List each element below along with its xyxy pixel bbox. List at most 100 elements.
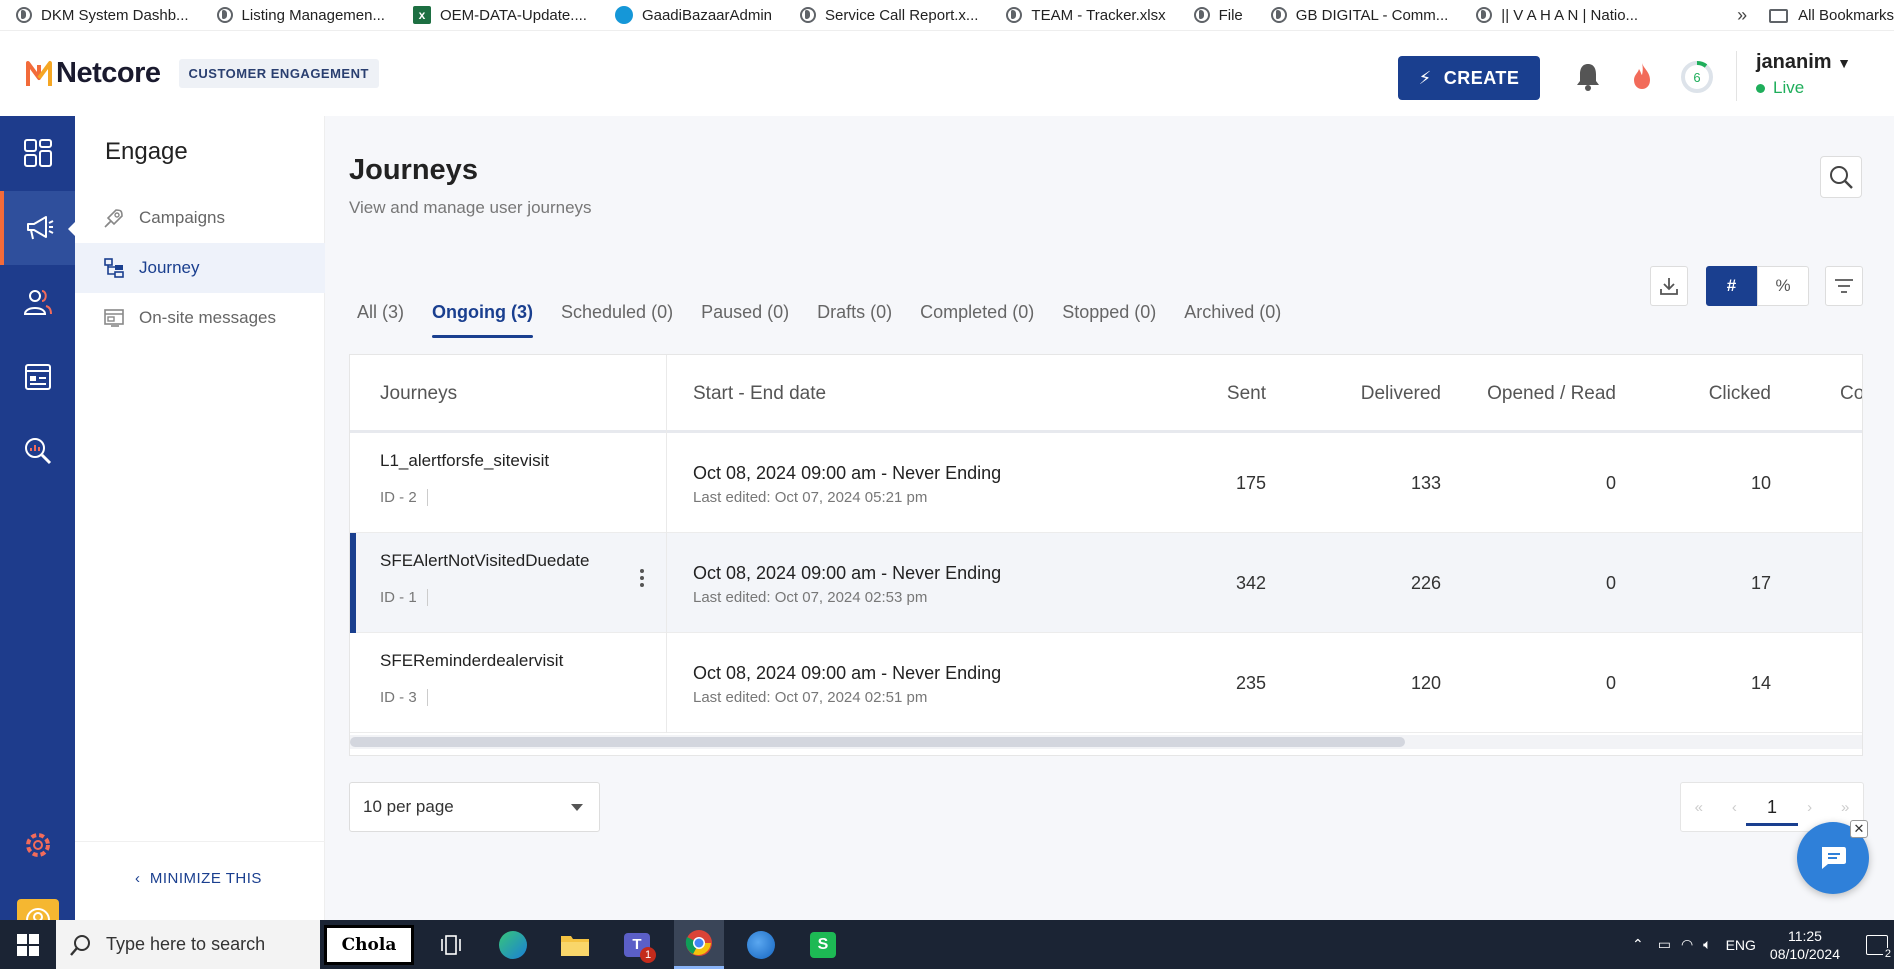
per-page-select[interactable]: 10 per page bbox=[349, 782, 600, 832]
chrome-browser-icon[interactable] bbox=[674, 920, 724, 969]
tab-scheduled[interactable]: Scheduled (0) bbox=[561, 294, 673, 338]
last-page-button[interactable]: » bbox=[1827, 799, 1863, 816]
language-indicator[interactable]: ENG bbox=[1726, 937, 1756, 953]
page-subtitle: View and manage user journeys bbox=[349, 198, 592, 217]
first-page-button[interactable]: « bbox=[1681, 799, 1717, 816]
tab-archived[interactable]: Archived (0) bbox=[1184, 294, 1281, 338]
minimize-sidebar-button[interactable]: ‹ MINIMIZE THIS bbox=[135, 870, 262, 887]
column-header-clicked[interactable]: Clicked bbox=[1671, 383, 1771, 405]
bookmark-item[interactable]: x OEM-DATA-Update.... bbox=[397, 0, 599, 31]
sidebar-item-campaigns[interactable]: Campaigns bbox=[75, 193, 325, 243]
rail-dashboard[interactable] bbox=[0, 116, 75, 190]
sidebar-item-label: Campaigns bbox=[139, 208, 225, 227]
chat-close-button[interactable]: ✕ bbox=[1850, 820, 1868, 838]
table-horizontal-scrollbar[interactable] bbox=[350, 735, 1862, 749]
rail-engage[interactable] bbox=[0, 191, 76, 265]
clock[interactable]: 11:25 08/10/2024 bbox=[1770, 927, 1840, 963]
chevron-down-icon: ▼ bbox=[1837, 55, 1851, 71]
system-tray: ⌃ ▭ ◠ 🔈︎ ENG 11:25 08/10/2024 2 bbox=[1632, 920, 1894, 969]
download-button[interactable] bbox=[1650, 266, 1688, 306]
count-toggle-button[interactable]: # bbox=[1706, 266, 1757, 306]
progress-ring-icon[interactable]: 6 bbox=[1679, 59, 1715, 95]
sidebar-item-onsite-messages[interactable]: On-site messages bbox=[75, 293, 325, 343]
sidebar-item-journey[interactable]: Journey bbox=[75, 243, 325, 293]
excel-icon: x bbox=[412, 6, 431, 24]
delivered-count: 226 bbox=[1410, 573, 1441, 593]
tab-completed[interactable]: Completed (0) bbox=[920, 294, 1034, 338]
user-menu[interactable]: jananim ▼ Live bbox=[1756, 51, 1851, 98]
bookmark-item[interactable]: Service Call Report.x... bbox=[784, 0, 990, 31]
bookmark-item[interactable]: GaadiBazaarAdmin bbox=[599, 0, 784, 31]
sent-count: 175 bbox=[1235, 473, 1266, 493]
user-name: jananim bbox=[1756, 51, 1832, 73]
battery-icon[interactable]: ▭ bbox=[1658, 936, 1671, 953]
search-button[interactable] bbox=[1820, 156, 1862, 198]
search-icon bbox=[70, 934, 90, 956]
file-explorer-icon[interactable] bbox=[550, 920, 600, 969]
volume-icon[interactable]: 🔈︎ bbox=[1703, 936, 1711, 953]
tab-all[interactable]: All (3) bbox=[357, 294, 404, 338]
chola-app-icon[interactable]: Chola bbox=[324, 924, 414, 965]
rail-audience[interactable] bbox=[0, 265, 75, 339]
sidebar-title: Engage bbox=[105, 138, 188, 165]
create-button[interactable]: ⚡ CREATE bbox=[1398, 56, 1540, 100]
bookmark-item[interactable]: Listing Managemen... bbox=[201, 0, 397, 31]
rail-settings[interactable] bbox=[0, 808, 75, 882]
tab-ongoing[interactable]: Ongoing (3) bbox=[432, 294, 533, 338]
table-row[interactable]: L1_alertforsfe_sitevisit ID - 2 Oct 08, … bbox=[350, 433, 1862, 533]
live-status-dot bbox=[1756, 83, 1765, 93]
taskbar-search-box[interactable]: Type here to search bbox=[56, 920, 320, 969]
next-page-button[interactable]: › bbox=[1792, 799, 1828, 816]
bookmark-item[interactable]: || V A H A N | Natio... bbox=[1460, 0, 1650, 31]
chevron-up-icon[interactable]: ⌃ bbox=[1632, 936, 1644, 953]
delivered-count: 120 bbox=[1410, 673, 1441, 693]
windows-start-button[interactable] bbox=[0, 920, 56, 969]
edge-browser-icon[interactable] bbox=[488, 920, 538, 969]
browser-icon bbox=[24, 364, 51, 390]
task-view-icon[interactable] bbox=[426, 920, 476, 969]
bookmark-item[interactable]: TEAM - Tracker.xlsx bbox=[990, 0, 1177, 31]
green-app-icon[interactable]: S bbox=[798, 920, 848, 969]
bell-icon[interactable] bbox=[1574, 61, 1602, 91]
table-row[interactable]: SFEAlertNotVisitedDuedate ID - 1 Oct 08,… bbox=[350, 533, 1862, 633]
page-number-current[interactable]: 1 bbox=[1746, 797, 1798, 826]
tab-drafts[interactable]: Drafts (0) bbox=[817, 294, 892, 338]
teams-icon[interactable]: T 1 bbox=[612, 920, 662, 969]
table-row[interactable]: SFEReminderdealervisit ID - 3 Oct 08, 20… bbox=[350, 633, 1862, 733]
rail-analytics[interactable] bbox=[0, 414, 75, 488]
journey-name[interactable]: SFEAlertNotVisitedDuedate bbox=[380, 551, 589, 571]
all-bookmarks-button[interactable]: All Bookmarks bbox=[1769, 7, 1894, 24]
row-actions-icon[interactable] bbox=[640, 569, 644, 590]
delivered-count: 133 bbox=[1410, 473, 1441, 493]
journey-name[interactable]: SFEReminderdealervisit bbox=[380, 651, 563, 671]
bookmark-item[interactable]: GB DIGITAL - Comm... bbox=[1255, 0, 1461, 31]
outlook-icon[interactable] bbox=[736, 920, 786, 969]
notification-center-icon[interactable]: 2 bbox=[1866, 934, 1893, 960]
bookmarks-overflow-button[interactable]: » bbox=[1737, 5, 1747, 26]
prev-page-button[interactable]: ‹ bbox=[1717, 799, 1753, 816]
column-header-sent[interactable]: Sent bbox=[1186, 383, 1266, 405]
fire-icon[interactable] bbox=[1630, 61, 1654, 91]
progress-badge: 6 bbox=[1693, 70, 1700, 85]
column-header-journeys[interactable]: Journeys bbox=[380, 383, 457, 405]
column-header-dates[interactable]: Start - End date bbox=[693, 383, 826, 405]
wifi-icon[interactable]: ◠ bbox=[1681, 936, 1693, 953]
rail-onsite[interactable] bbox=[0, 340, 75, 414]
scrollbar-thumb[interactable] bbox=[350, 737, 1405, 747]
journey-name[interactable]: L1_alertforsfe_sitevisit bbox=[380, 451, 549, 471]
column-header-opened[interactable]: Opened / Read bbox=[1456, 383, 1616, 405]
globe-icon bbox=[800, 7, 817, 23]
bolt-icon: ⚡ bbox=[1418, 67, 1432, 88]
bookmark-item[interactable]: DKM System Dashb... bbox=[0, 0, 201, 31]
column-header-delivered[interactable]: Delivered bbox=[1321, 383, 1441, 405]
journey-date-range: Oct 08, 2024 09:00 am - Never Ending bbox=[693, 563, 1002, 583]
netcore-logo[interactable]: Netcore bbox=[24, 57, 161, 90]
filter-button[interactable] bbox=[1825, 266, 1863, 306]
chat-icon bbox=[1822, 847, 1846, 869]
tab-paused[interactable]: Paused (0) bbox=[701, 294, 789, 338]
journey-status-tabs: All (3) Ongoing (3) Scheduled (0) Paused… bbox=[349, 294, 1309, 338]
column-header-conversions[interactable]: Co bbox=[1840, 383, 1862, 405]
bookmark-item[interactable]: File bbox=[1178, 0, 1255, 31]
percent-toggle-button[interactable]: % bbox=[1757, 266, 1809, 306]
tab-stopped[interactable]: Stopped (0) bbox=[1062, 294, 1156, 338]
